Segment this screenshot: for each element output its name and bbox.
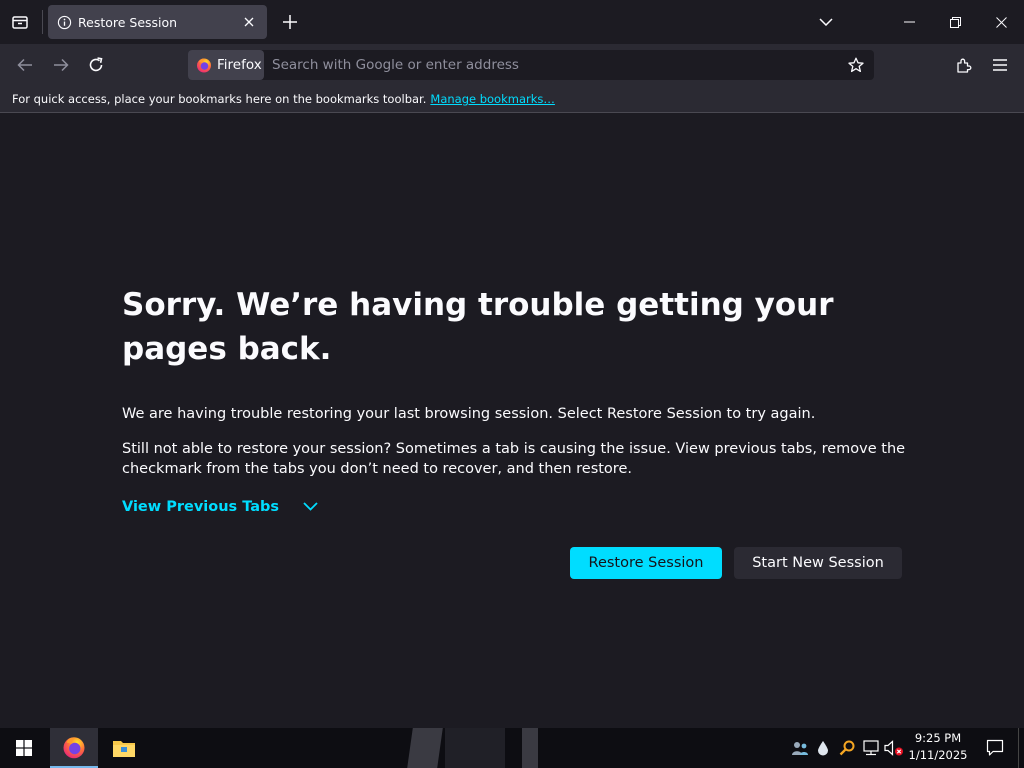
error-description: We are having trouble restoring your las… xyxy=(122,406,816,422)
restore-window-icon[interactable] xyxy=(932,0,978,44)
identity-label: Firefox xyxy=(217,57,262,73)
people-icon[interactable] xyxy=(789,736,811,760)
plus-icon[interactable] xyxy=(276,8,304,36)
identity-box[interactable]: Firefox xyxy=(188,50,264,80)
tab-title: Restore Session xyxy=(78,14,178,30)
star-icon[interactable] xyxy=(844,53,868,77)
firefox-logo-icon xyxy=(63,737,85,759)
navigation-toolbar: Firefox xyxy=(0,44,1024,86)
url-bar[interactable]: Firefox xyxy=(188,50,874,80)
taskbar-firefox[interactable] xyxy=(50,728,98,768)
address-input[interactable] xyxy=(272,50,832,80)
taskbar: 9:25 PM 1/11/2025 xyxy=(0,728,1024,768)
chevron-down-icon[interactable] xyxy=(812,8,840,36)
tab-strip: Restore Session xyxy=(0,0,1024,44)
start-new-session-button[interactable]: Start New Session xyxy=(734,547,902,579)
close-icon[interactable] xyxy=(239,12,259,32)
minimize-icon[interactable] xyxy=(886,0,932,44)
network-icon[interactable] xyxy=(860,736,882,760)
clock-time: 9:25 PM xyxy=(914,731,962,745)
volume-muted-icon[interactable] xyxy=(883,736,905,760)
page-content: Sorry. We’re having trouble getting your… xyxy=(0,113,1024,728)
info-icon xyxy=(57,15,72,29)
hamburger-menu-icon[interactable] xyxy=(985,50,1015,80)
reload-icon[interactable] xyxy=(81,50,111,80)
page-title: Sorry. We’re having trouble getting your… xyxy=(122,287,834,367)
water-drop-icon[interactable] xyxy=(812,736,834,760)
firefox-logo-icon xyxy=(196,57,212,73)
search-tool-icon[interactable] xyxy=(836,736,858,760)
clock-date: 1/11/2025 xyxy=(908,748,968,762)
error-help-text: Still not able to restore your session? … xyxy=(122,441,906,477)
back-arrow-icon[interactable] xyxy=(10,50,40,80)
tab-restore-session[interactable]: Restore Session xyxy=(48,5,267,39)
view-previous-tabs-label: View Previous Tabs xyxy=(122,499,280,515)
tab-manager-icon[interactable] xyxy=(6,8,34,36)
tab-strip-separator xyxy=(42,10,43,34)
forward-arrow-icon[interactable] xyxy=(46,50,76,80)
manage-bookmarks-link[interactable]: Manage bookmarks… xyxy=(430,92,555,106)
puzzle-icon[interactable] xyxy=(949,50,979,80)
wallpaper-stripe xyxy=(407,728,443,768)
close-window-icon[interactable] xyxy=(978,0,1024,44)
folder-icon[interactable] xyxy=(100,728,148,768)
bookmarks-toolbar: For quick access, place your bookmarks h… xyxy=(0,86,1024,113)
notification-icon[interactable] xyxy=(978,728,1012,768)
view-previous-tabs-toggle[interactable]: View Previous Tabs xyxy=(122,499,318,515)
windows-start-icon[interactable] xyxy=(0,728,48,768)
bookmarks-empty-message: For quick access, place your bookmarks h… xyxy=(12,92,427,106)
wallpaper-stripe xyxy=(445,728,505,768)
taskbar-clock[interactable]: 9:25 PM 1/11/2025 xyxy=(904,730,972,766)
wallpaper-stripe xyxy=(522,728,538,768)
restore-session-button[interactable]: Restore Session xyxy=(570,547,722,579)
chevron-down-icon xyxy=(303,499,318,515)
show-desktop-button[interactable] xyxy=(1018,728,1024,768)
